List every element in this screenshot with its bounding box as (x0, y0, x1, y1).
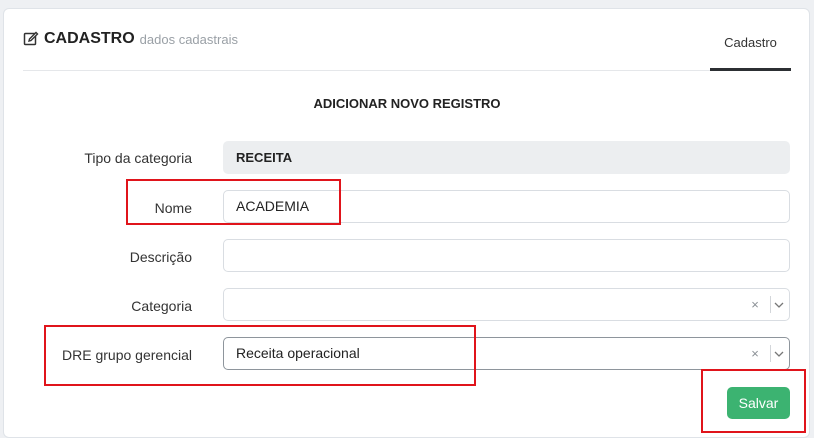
categoria-select[interactable]: × (223, 288, 790, 321)
highlight-nome (126, 179, 341, 225)
dre-grupo-clear-icon[interactable]: × (745, 338, 765, 369)
categoria-clear-icon[interactable]: × (745, 289, 765, 320)
page-subtitle: dados cadastrais (139, 31, 238, 47)
descricao-label: Descrição (129, 249, 192, 265)
highlight-dre-grupo (44, 325, 476, 386)
edit-icon (23, 31, 39, 47)
chevron-down-icon[interactable] (771, 289, 787, 320)
chevron-down-icon[interactable] (771, 338, 787, 369)
tab-cadastro[interactable]: Cadastro (710, 20, 791, 71)
highlight-save (701, 369, 806, 433)
page-title: CADASTRO (44, 30, 135, 47)
descricao-input[interactable] (223, 239, 790, 272)
page-header: CADASTRO dados cadastrais Cadastro (23, 20, 791, 71)
title-wrap: CADASTRO dados cadastrais (23, 30, 238, 48)
section-title: ADICIONAR NOVO REGISTRO (313, 96, 501, 111)
tipo-categoria-field: RECEITA (223, 141, 790, 174)
tipo-categoria-label: Tipo da categoria (84, 150, 192, 166)
categoria-label: Categoria (131, 298, 192, 314)
